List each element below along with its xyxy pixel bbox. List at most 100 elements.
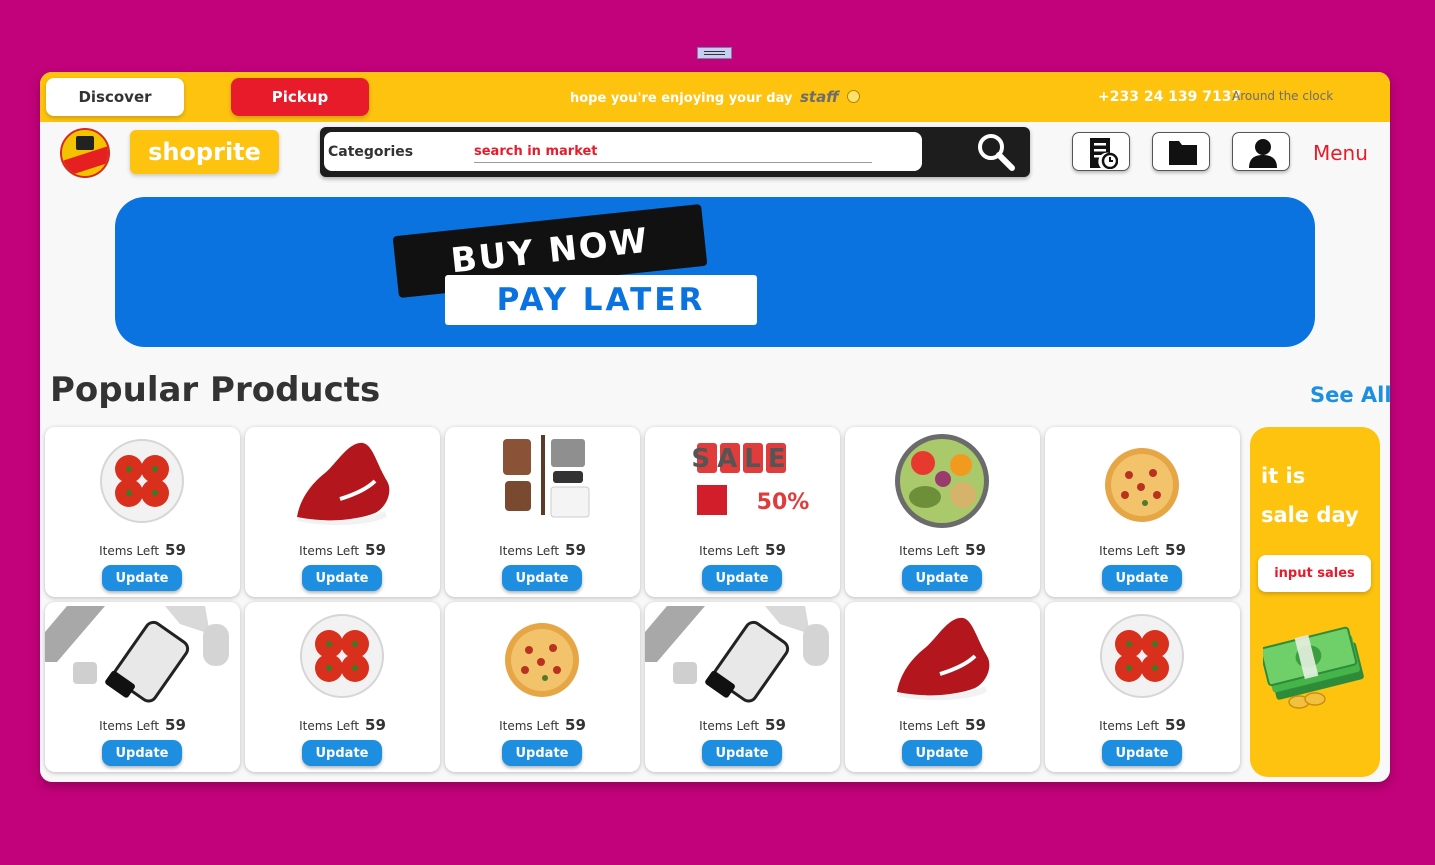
- svg-text:50%: 50%: [757, 490, 810, 515]
- search-icon[interactable]: [974, 131, 1018, 173]
- update-button[interactable]: Update: [702, 565, 782, 591]
- window-drag-handle[interactable]: [697, 47, 732, 59]
- availability-text: Around the clock: [1232, 89, 1334, 103]
- folder-icon[interactable]: [1152, 132, 1210, 171]
- update-button[interactable]: Update: [302, 740, 382, 766]
- items-left-label: Items Left: [99, 719, 160, 733]
- items-left-label: Items Left: [99, 544, 160, 558]
- items-left-row: Items Left 59: [445, 540, 640, 559]
- discover-button[interactable]: Discover: [46, 78, 184, 116]
- product-card: Items Left 59 Update: [1045, 602, 1240, 772]
- update-button[interactable]: Update: [502, 740, 582, 766]
- order-history-icon[interactable]: [1072, 132, 1130, 171]
- items-left-value: 59: [965, 541, 986, 559]
- product-card: Items Left 59 Update: [45, 427, 240, 597]
- update-button[interactable]: Update: [302, 565, 382, 591]
- update-button[interactable]: Update: [1102, 740, 1182, 766]
- update-button[interactable]: Update: [702, 740, 782, 766]
- items-left-label: Items Left: [1099, 544, 1160, 558]
- items-left-value: 59: [165, 716, 186, 734]
- product-image-sale-tags: SALE 50%: [645, 429, 840, 529]
- update-button[interactable]: Update: [1102, 565, 1182, 591]
- categories-dropdown[interactable]: Categories: [328, 144, 413, 160]
- search-input[interactable]: [474, 140, 872, 163]
- section-title: Popular Products: [50, 370, 381, 410]
- sale-panel-line1: it is: [1261, 464, 1306, 488]
- product-card: Items Left 59 Update: [645, 602, 840, 772]
- product-card: Items Left 59 Update: [445, 602, 640, 772]
- items-left-label: Items Left: [699, 719, 760, 733]
- items-left-value: 59: [1165, 716, 1186, 734]
- product-card: Items Left 59 Update: [45, 602, 240, 772]
- items-left-value: 59: [965, 716, 986, 734]
- product-image-red-sneaker: [245, 429, 440, 529]
- items-left-value: 59: [1165, 541, 1186, 559]
- product-image-tomatoes: [1045, 604, 1240, 704]
- items-left-row: Items Left 59: [1045, 715, 1240, 734]
- items-left-label: Items Left: [299, 719, 360, 733]
- items-left-label: Items Left: [899, 719, 960, 733]
- items-left-value: 59: [765, 541, 786, 559]
- svg-text:SALE: SALE: [691, 444, 792, 474]
- product-image-clothing-flatlay: [445, 429, 640, 529]
- app-window: Discover Pickup hope you're enjoying you…: [40, 72, 1390, 782]
- pickup-button[interactable]: Pickup: [231, 78, 369, 116]
- items-left-value: 59: [765, 716, 786, 734]
- top-bar: Discover Pickup hope you're enjoying you…: [40, 72, 1390, 122]
- product-card: Items Left 59 Update: [845, 427, 1040, 597]
- product-image-pizza: [445, 604, 640, 704]
- update-button[interactable]: Update: [102, 740, 182, 766]
- update-button[interactable]: Update: [902, 565, 982, 591]
- items-left-label: Items Left: [499, 719, 560, 733]
- items-left-row: Items Left 59: [45, 715, 240, 734]
- items-left-row: Items Left 59: [645, 540, 840, 559]
- sale-panel: it is sale day input sales: [1250, 427, 1380, 777]
- sale-panel-line2: sale day: [1261, 503, 1359, 527]
- product-image-salad-bowl: [845, 429, 1040, 529]
- items-left-row: Items Left 59: [45, 540, 240, 559]
- product-card: Items Left 59 Update: [245, 602, 440, 772]
- items-left-row: Items Left 59: [845, 540, 1040, 559]
- product-image-pizza: [1045, 429, 1240, 529]
- search-box: Categories: [324, 132, 922, 171]
- items-left-label: Items Left: [499, 544, 560, 558]
- menu-link[interactable]: Menu: [1313, 141, 1368, 165]
- greeting-text: hope you're enjoying your day: [570, 91, 793, 106]
- greeting-user: staff: [800, 88, 839, 106]
- items-left-value: 59: [565, 541, 586, 559]
- product-image-tomatoes: [245, 604, 440, 704]
- product-image-laptop-phone: [645, 604, 840, 704]
- cash-stack-icon: [1259, 622, 1367, 716]
- update-button[interactable]: Update: [102, 565, 182, 591]
- items-left-label: Items Left: [699, 544, 760, 558]
- brand-button[interactable]: shoprite: [130, 130, 279, 174]
- items-left-value: 59: [165, 541, 186, 559]
- items-left-row: Items Left 59: [845, 715, 1040, 734]
- items-left-row: Items Left 59: [1045, 540, 1240, 559]
- update-button[interactable]: Update: [502, 565, 582, 591]
- product-card: SALE 50% Items Left 59 Update: [645, 427, 840, 597]
- see-all-link[interactable]: See All: [1310, 383, 1390, 407]
- search-bar: Categories: [320, 127, 1030, 177]
- promo-banner[interactable]: BUY NOW PAY LATER: [115, 197, 1315, 347]
- product-card: Items Left 59 Update: [245, 427, 440, 597]
- shoprite-logo: [60, 128, 110, 178]
- smile-emoji-icon: [847, 90, 861, 103]
- items-left-value: 59: [365, 541, 386, 559]
- product-card: Items Left 59 Update: [1045, 427, 1240, 597]
- items-left-label: Items Left: [1099, 719, 1160, 733]
- greeting-message: hope you're enjoying your day staff: [570, 88, 861, 108]
- banner-pay-later: PAY LATER: [445, 275, 757, 325]
- product-image-red-sneaker: [845, 604, 1040, 704]
- items-left-label: Items Left: [299, 544, 360, 558]
- input-sales-button[interactable]: input sales: [1258, 555, 1371, 592]
- user-icon[interactable]: [1232, 132, 1290, 171]
- update-button[interactable]: Update: [902, 740, 982, 766]
- phone-number: +233 24 139 7137: [1098, 89, 1242, 105]
- product-card: Items Left 59 Update: [845, 602, 1040, 772]
- items-left-row: Items Left 59: [245, 540, 440, 559]
- items-left-value: 59: [565, 716, 586, 734]
- items-left-row: Items Left 59: [445, 715, 640, 734]
- items-left-value: 59: [365, 716, 386, 734]
- items-left-label: Items Left: [899, 544, 960, 558]
